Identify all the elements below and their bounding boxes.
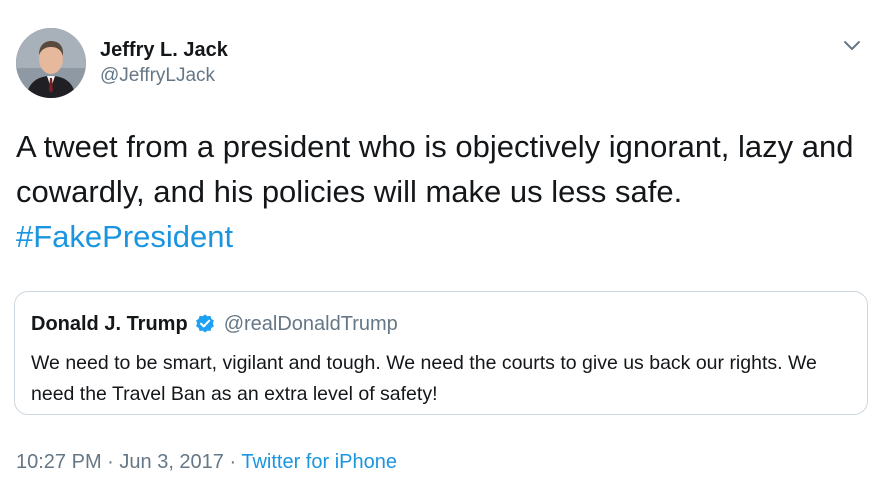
tweet-time[interactable]: 10:27 PM [16, 451, 102, 473]
quoted-tweet-header: Donald J. Trump @realDonaldTrump [31, 310, 851, 338]
quoted-author-name: Donald J. Trump [31, 312, 188, 335]
author-handle[interactable]: @JeffryLJack [100, 63, 228, 89]
verified-badge-icon [195, 314, 214, 333]
tweet-text: A tweet from a president who is objectiv… [16, 124, 876, 259]
author-display-name[interactable]: Jeffry L. Jack [100, 37, 228, 63]
tweet-header: Jeffry L. Jack @JeffryLJack [16, 28, 228, 98]
author-names: Jeffry L. Jack @JeffryLJack [100, 37, 228, 89]
hashtag-link[interactable]: #FakePresident [16, 219, 233, 254]
footer-separator: · [223, 451, 242, 473]
tweet-date[interactable]: Jun 3, 2017 [119, 451, 224, 473]
author-avatar[interactable] [16, 28, 86, 98]
person-portrait-avatar-icon [16, 28, 86, 98]
quoted-tweet[interactable]: Donald J. Trump @realDonaldTrump We need… [14, 291, 868, 415]
quoted-author-handle: @realDonaldTrump [223, 312, 398, 335]
tweet-body: A tweet from a president who is objectiv… [16, 129, 854, 209]
chevron-down-icon[interactable] [842, 38, 862, 52]
tweet-footer: 10:27 PM · Jun 3, 2017 · Twitter for iPh… [16, 448, 397, 476]
quoted-tweet-text: We need to be smart, vigilant and tough.… [31, 352, 817, 405]
footer-separator: · [101, 451, 120, 473]
tweet-card: Jeffry L. Jack @JeffryLJack A tweet from… [0, 0, 880, 493]
tweet-source-link[interactable]: Twitter for iPhone [241, 451, 397, 473]
